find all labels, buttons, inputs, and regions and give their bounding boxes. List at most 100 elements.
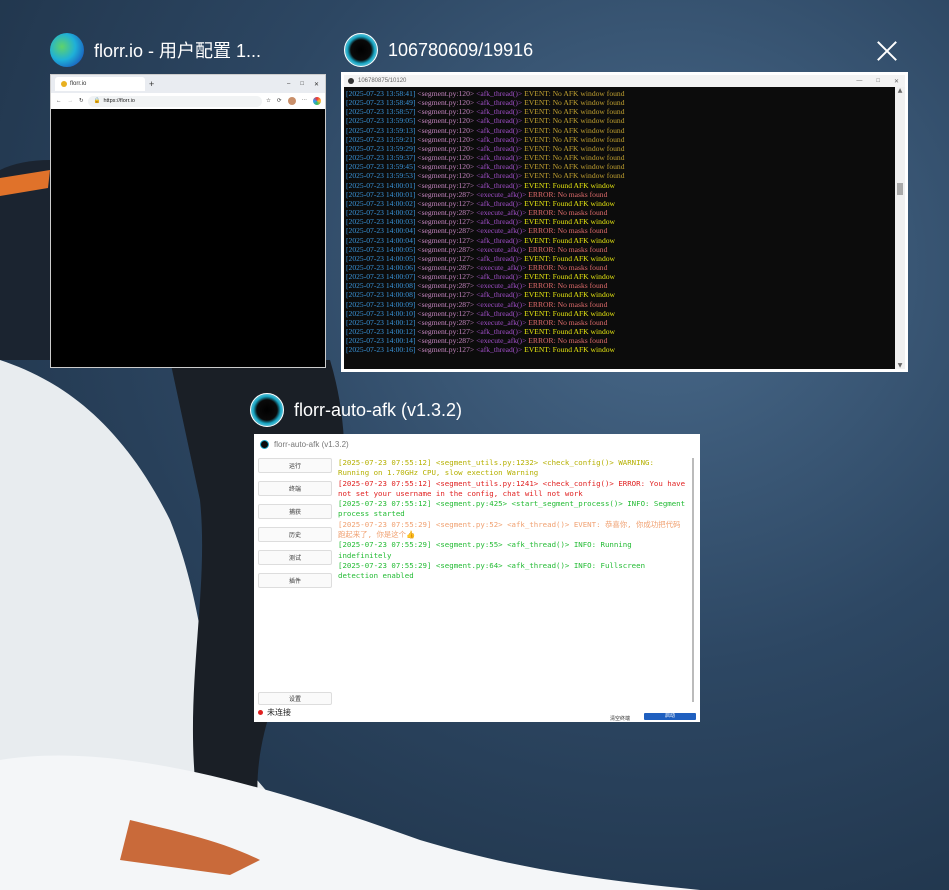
console-msg: EVENT: No AFK window found [524, 162, 625, 172]
app-window-thumbnail[interactable]: florr-auto-afk (v1.3.2) 运行 终端 捕获 历史 测试 插… [254, 434, 700, 722]
console-msg: ERROR: No masks found [528, 226, 608, 236]
nav-terminal-button[interactable]: 终端 [258, 481, 332, 496]
browser-tab[interactable]: florr.io [55, 77, 145, 91]
console-src: <segment.py:127> [417, 272, 477, 282]
console-scrollbar[interactable]: ▲ ▼ [895, 87, 905, 369]
scroll-down-icon[interactable]: ▼ [895, 362, 905, 369]
profile-avatar[interactable] [287, 97, 296, 105]
console-line: [2025-07-23 14:00:01] <segment.py:287> <… [346, 190, 893, 199]
console-fn: <afk_thread()> [476, 171, 525, 181]
console-src: <segment.py:120> [417, 134, 477, 144]
console-src: <segment.py:120> [417, 107, 477, 117]
scrollbar-thumb[interactable] [897, 183, 903, 195]
console-line: [2025-07-23 14:00:02] <segment.py:287> <… [346, 208, 893, 217]
console-window-thumbnail[interactable]: 106780875/10120 — □ ✕ [2025-07-23 13:58:… [341, 72, 908, 372]
settings-button[interactable]: 设置 [258, 692, 332, 705]
console-src: <segment.py:120> [417, 162, 477, 172]
console-msg: ERROR: No masks found [528, 299, 608, 309]
console-ts: [2025-07-23 14:00:08] [346, 290, 418, 300]
back-icon[interactable]: ← [56, 98, 62, 104]
minimize-icon[interactable]: – [287, 81, 290, 87]
window-title-browser[interactable]: florr.io - 用户配置 1... [50, 33, 261, 67]
nav-plugins-button[interactable]: 插件 [258, 573, 332, 588]
console-ts: [2025-07-23 14:00:12] [346, 317, 418, 327]
start-button[interactable]: 启动 [644, 713, 696, 720]
address-bar[interactable]: 🔒 https://florr.io [87, 95, 262, 107]
console-src: <segment.py:120> [417, 143, 477, 153]
favorite-icon[interactable]: ☆ [266, 98, 271, 104]
console-ts: [2025-07-23 14:00:10] [346, 308, 418, 318]
console-ts: [2025-07-23 14:00:06] [346, 262, 418, 272]
console-line: [2025-07-23 14:00:14] <segment.py:287> <… [346, 336, 893, 345]
browser-window-thumbnail[interactable]: florr.io + – □ ✕ ← → ↻ 🔒 https://florr.i… [50, 74, 326, 368]
edge-icon [50, 33, 84, 67]
console-line: [2025-07-23 14:00:01] <segment.py:127> <… [346, 181, 893, 190]
console-src: <segment.py:120> [417, 153, 477, 163]
app-log-scrollbar[interactable] [692, 458, 694, 702]
forward-icon[interactable]: → [68, 98, 74, 104]
refresh-icon[interactable]: ⟳ [277, 98, 282, 104]
window-close-icon[interactable]: ✕ [894, 78, 899, 85]
browser-tab-strip: florr.io + – □ ✕ [51, 75, 325, 93]
console-ts: [2025-07-23 14:00:01] [346, 180, 418, 190]
status-text: 未连接 [267, 708, 291, 717]
app-sidebar: 运行 终端 捕获 历史 测试 插件 [258, 458, 332, 596]
window-title-label: 106780609/19916 [388, 39, 534, 60]
window-close-icon[interactable]: ✕ [314, 81, 319, 88]
close-icon[interactable] [874, 38, 900, 64]
console-fn: <afk_thread()> [476, 272, 525, 282]
url-text: https://florr.io [103, 98, 135, 104]
console-src: <segment.py:120> [417, 125, 477, 135]
console-src: <segment.py:120> [417, 171, 477, 181]
console-line: [2025-07-23 13:59:05] <segment.py:120> <… [346, 116, 893, 125]
browser-page-content [51, 109, 325, 367]
console-msg: EVENT: Found AFK window [524, 180, 616, 190]
console-ts: [2025-07-23 13:58:49] [346, 98, 418, 108]
console-line: [2025-07-23 13:59:45] <segment.py:120> <… [346, 162, 893, 171]
nav-history-button[interactable]: 历史 [258, 527, 332, 542]
nav-run-button[interactable]: 运行 [258, 458, 332, 473]
console-line: [2025-07-23 14:00:07] <segment.py:127> <… [346, 272, 893, 281]
window-title-console[interactable]: 106780609/19916 [344, 33, 533, 67]
console-msg: ERROR: No masks found [528, 244, 608, 254]
console-src: <segment.py:127> [417, 290, 477, 300]
console-fn: <afk_thread()> [476, 125, 525, 135]
console-msg: EVENT: No AFK window found [524, 107, 625, 117]
console-line: [2025-07-23 14:00:12] <segment.py:287> <… [346, 318, 893, 327]
console-fn: <afk_thread()> [476, 308, 525, 318]
new-tab-icon[interactable]: + [149, 79, 154, 89]
window-title-label: florr.io - 用户配置 1... [94, 41, 262, 61]
florr-app-icon [344, 33, 378, 67]
console-src: <segment.py:127> [417, 180, 477, 190]
console-src: <segment.py:127> [417, 217, 477, 227]
console-fn: <execute_afk()> [476, 189, 529, 199]
console-msg: EVENT: Found AFK window [524, 308, 616, 318]
console-title: 106780875/10120 [358, 78, 407, 84]
console-ts: [2025-07-23 13:59:53] [346, 171, 418, 181]
maximize-icon[interactable]: □ [300, 81, 304, 87]
clear-terminal-link[interactable]: 清空终端 [610, 715, 630, 722]
console-src: <segment.py:287> [417, 281, 477, 291]
florr-app-icon [250, 393, 284, 427]
console-fn: <execute_afk()> [476, 208, 529, 218]
browser-toolbar: ← → ↻ 🔒 https://florr.io ☆ ⟳ ⋯ [51, 93, 325, 110]
console-src: <segment.py:287> [417, 299, 477, 309]
minimize-icon[interactable]: — [856, 78, 862, 84]
copilot-icon[interactable] [313, 97, 321, 105]
maximize-icon[interactable]: □ [876, 78, 880, 84]
scroll-up-icon[interactable]: ▲ [895, 87, 905, 94]
console-ts: [2025-07-23 14:00:02] [346, 208, 418, 218]
window-title-app[interactable]: florr-auto-afk (v1.3.2) [250, 393, 462, 427]
console-line: [2025-07-23 14:00:03] <segment.py:127> <… [346, 217, 893, 226]
reload-icon[interactable]: ↻ [79, 98, 84, 104]
menu-icon[interactable]: ⋯ [302, 98, 308, 104]
console-line: [2025-07-23 14:00:04] <segment.py:127> <… [346, 236, 893, 245]
console-src: <segment.py:287> [417, 208, 477, 218]
console-fn: <execute_afk()> [476, 244, 529, 254]
console-msg: EVENT: Found AFK window [524, 345, 616, 355]
tab-label: florr.io [70, 81, 87, 87]
nav-test-button[interactable]: 测试 [258, 550, 332, 565]
lock-icon: 🔒 [93, 98, 101, 104]
console-line: [2025-07-23 13:59:13] <segment.py:120> <… [346, 126, 893, 135]
nav-capture-button[interactable]: 捕获 [258, 504, 332, 519]
